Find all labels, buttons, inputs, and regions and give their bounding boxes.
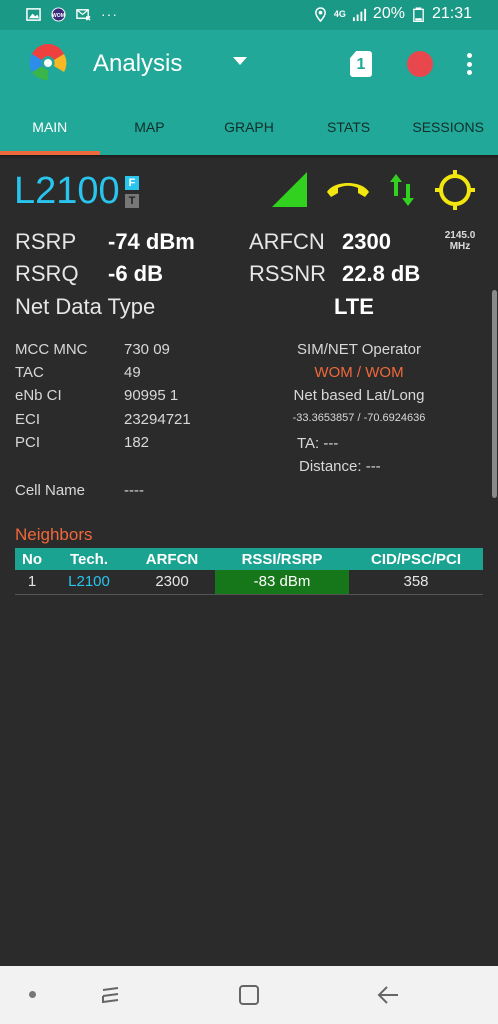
- battery-icon: [413, 6, 424, 22]
- col-header-no: No: [15, 548, 49, 570]
- nav-hide-dot-icon[interactable]: [29, 991, 36, 998]
- system-nav-bar: [0, 966, 498, 1024]
- col-header-tech: Tech.: [49, 548, 129, 570]
- neighbor-tech: L2100: [49, 570, 129, 595]
- battery-percent: 20%: [372, 5, 405, 22]
- phone-idle-icon: [327, 183, 369, 197]
- frequency: 2145.0 MHz: [440, 230, 480, 252]
- signal-strength-icon: [272, 172, 307, 207]
- gps-target-icon[interactable]: [434, 169, 476, 211]
- scrollbar[interactable]: [492, 290, 497, 498]
- operator-value: WOM / WOM: [314, 364, 404, 381]
- sim-card-icon[interactable]: 1: [350, 51, 372, 77]
- enb-ci-value: 90995 1: [124, 387, 179, 404]
- home-icon[interactable]: [236, 982, 262, 1008]
- tac-value: 49: [124, 364, 141, 381]
- tab-map[interactable]: MAP: [100, 100, 200, 155]
- col-header-cid: CID/PSC/PCI: [349, 548, 483, 570]
- rsrp-label: RSRP: [15, 229, 77, 254]
- lat-long-value: -33.3653857 / -70.6924636: [292, 412, 426, 424]
- neighbors-title: Neighbors: [15, 525, 93, 544]
- overflow-menu-icon[interactable]: [466, 53, 472, 75]
- rssnr-label: RSSNR: [249, 261, 327, 286]
- status-bar: WOM ··· 4G 20% 21:31: [0, 0, 498, 30]
- eci-value: 23294721: [124, 411, 191, 428]
- tag-t-badge: T: [125, 194, 139, 208]
- distance-label: Distance: ---: [299, 458, 381, 475]
- rssnr-value: 22.8 dB: [342, 261, 421, 286]
- chevron-down-icon[interactable]: [233, 57, 247, 65]
- app-logo-icon[interactable]: [26, 40, 70, 84]
- recents-icon[interactable]: [98, 982, 124, 1008]
- tac-label: TAC: [15, 364, 44, 381]
- cell-name-value: ----: [124, 482, 144, 499]
- frequency-value: 2145.0: [444, 230, 476, 241]
- app-bar: Analysis 1: [0, 30, 498, 100]
- data-activity-icon: [390, 174, 414, 206]
- ta-label: TA: ---: [297, 435, 339, 452]
- app-title[interactable]: Analysis: [93, 50, 182, 78]
- rsrq-label: RSRQ: [15, 261, 79, 286]
- table-row[interactable]: 1 L2100 2300 -83 dBm 358: [15, 570, 483, 595]
- operator-label: SIM/NET Operator: [297, 341, 421, 358]
- notification-icons: WOM ···: [26, 6, 118, 22]
- net-data-type-value: LTE: [334, 294, 374, 319]
- tab-sessions[interactable]: SESSIONS: [398, 100, 498, 155]
- system-status: 4G 20% 21:31: [313, 5, 472, 23]
- neighbor-cid: 358: [349, 570, 483, 595]
- tag-f-badge: F: [125, 176, 139, 190]
- frequency-unit: MHz: [449, 241, 471, 252]
- clock: 21:31: [431, 5, 472, 22]
- tab-shadow: [0, 155, 498, 159]
- enb-ci-label: eNb CI: [15, 387, 62, 404]
- mail-blocked-icon: [76, 8, 91, 21]
- neighbors-table: No Tech. ARFCN RSSI/RSRP CID/PSC/PCI 1 L…: [15, 548, 483, 595]
- more-notifications: ···: [101, 6, 118, 22]
- cell-name-label: Cell Name: [15, 482, 86, 499]
- record-button[interactable]: [407, 51, 433, 77]
- location-icon: [314, 6, 326, 22]
- network-type: 4G: [333, 9, 346, 19]
- col-header-arfcn: ARFCN: [129, 548, 215, 570]
- gallery-icon: [26, 7, 41, 21]
- pci-label: PCI: [15, 434, 41, 451]
- tab-main[interactable]: MAIN: [0, 100, 100, 155]
- mcc-mnc-value: 730 09: [124, 341, 170, 358]
- back-icon[interactable]: [376, 982, 402, 1008]
- pci-value: 182: [124, 434, 150, 451]
- serving-technology: L2100: [14, 170, 120, 212]
- mcc-mnc-label: MCC MNC: [15, 341, 88, 358]
- net-data-type-label: Net Data Type: [15, 294, 156, 319]
- neighbors-header-row: No Tech. ARFCN RSSI/RSRP CID/PSC/PCI: [15, 548, 483, 570]
- cell-signal-icon: [352, 8, 366, 21]
- rsrp-value: -74 dBm: [108, 229, 195, 254]
- col-header-rssi: RSSI/RSRP: [215, 548, 349, 570]
- lat-long-label: Net based Lat/Long: [293, 387, 425, 404]
- neighbor-no: 1: [15, 570, 49, 595]
- svg-text:WOM: WOM: [52, 12, 65, 18]
- arfcn-label: ARFCN: [249, 229, 325, 254]
- tab-bar: MAIN MAP GRAPH STATS SESSIONS: [0, 100, 498, 155]
- arfcn-value: 2300: [342, 229, 391, 254]
- tab-graph[interactable]: GRAPH: [199, 100, 299, 155]
- rsrq-value: -6 dB: [108, 261, 163, 286]
- neighbor-rssi: -83 dBm: [215, 570, 349, 595]
- neighbor-arfcn: 2300: [129, 570, 215, 595]
- eci-label: ECI: [15, 411, 41, 428]
- tab-stats[interactable]: STATS: [299, 100, 399, 155]
- wom-app-icon: WOM: [51, 6, 66, 22]
